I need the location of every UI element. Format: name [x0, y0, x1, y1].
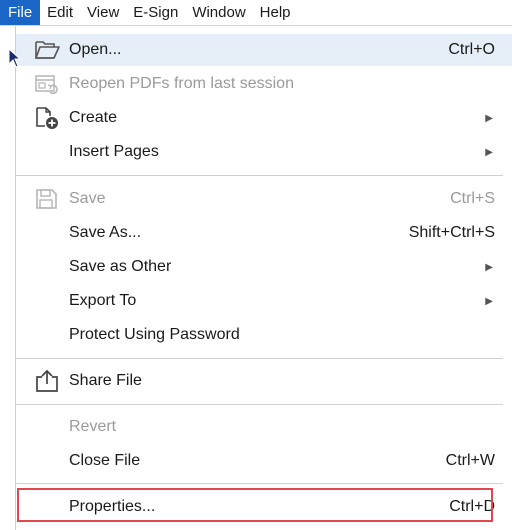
menu-item-create[interactable]: Create ▶ — [16, 102, 512, 134]
menu-item-open[interactable]: Open... Ctrl+O — [16, 34, 512, 66]
folder-open-icon — [34, 37, 60, 63]
menu-bar: File Edit View E-Sign Window Help — [0, 0, 512, 26]
menu-item-reopen-label: Reopen PDFs from last session — [69, 75, 294, 92]
menu-item-protect-password-label: Protect Using Password — [69, 326, 240, 343]
share-icon — [34, 368, 60, 394]
menu-item-revert-label: Revert — [69, 418, 117, 435]
menu-item-save-label: Save — [69, 190, 106, 207]
properties-highlight-box — [17, 488, 493, 522]
menu-item-close-file-shortcut: Ctrl+W — [445, 452, 495, 469]
menu-item-create-label: Create — [69, 109, 118, 126]
menu-item-save[interactable]: Save Ctrl+S — [16, 183, 512, 215]
submenu-arrow-icon: ▶ — [485, 295, 493, 307]
save-icon — [34, 186, 60, 212]
menu-item-export-to-label: Export To — [69, 292, 137, 309]
menu-help[interactable]: Help — [253, 0, 298, 25]
menu-item-insert-pages-label: Insert Pages — [69, 143, 159, 160]
menu-separator — [16, 175, 503, 176]
menu-item-reopen[interactable]: Reopen PDFs from last session — [16, 68, 512, 100]
menu-item-open-label: Open... — [69, 41, 122, 58]
menu-separator — [16, 483, 503, 484]
menu-item-protect-password[interactable]: Protect Using Password — [16, 319, 512, 351]
menu-item-save-as-other[interactable]: Save as Other ▶ — [16, 251, 512, 283]
menu-item-insert-pages[interactable]: Insert Pages ▶ — [16, 136, 512, 168]
menu-item-share-file[interactable]: Share File — [16, 365, 512, 397]
menu-esign[interactable]: E-Sign — [126, 0, 185, 25]
submenu-arrow-icon: ▶ — [485, 112, 493, 124]
create-pdf-icon — [34, 105, 60, 131]
menu-item-save-as-other-label: Save as Other — [69, 258, 172, 275]
menu-separator — [16, 358, 503, 359]
mouse-cursor-icon — [8, 48, 22, 68]
menu-item-close-file[interactable]: Close File Ctrl+W — [16, 445, 512, 477]
menu-item-share-file-label: Share File — [69, 372, 142, 389]
submenu-arrow-icon: ▶ — [485, 146, 493, 158]
file-menu-dropdown: Open... Ctrl+O Reopen PDFs from last ses… — [15, 26, 512, 530]
menu-edit[interactable]: Edit — [40, 0, 80, 25]
menu-separator — [16, 404, 503, 405]
menu-item-open-shortcut: Ctrl+O — [448, 41, 495, 58]
menu-item-revert[interactable]: Revert — [16, 411, 512, 443]
menu-item-export-to[interactable]: Export To ▶ — [16, 285, 512, 317]
menu-view[interactable]: View — [80, 0, 126, 25]
menu-item-close-file-label: Close File — [69, 452, 141, 469]
menu-file[interactable]: File — [0, 0, 41, 25]
menu-item-save-shortcut: Ctrl+S — [450, 190, 495, 207]
menu-item-save-as-label: Save As... — [69, 224, 142, 241]
submenu-arrow-icon: ▶ — [485, 261, 493, 273]
menu-item-save-as-shortcut: Shift+Ctrl+S — [408, 224, 495, 241]
menu-window[interactable]: Window — [185, 0, 252, 25]
reopen-session-icon — [34, 71, 60, 97]
menu-item-save-as[interactable]: Save As... Shift+Ctrl+S — [16, 217, 512, 249]
